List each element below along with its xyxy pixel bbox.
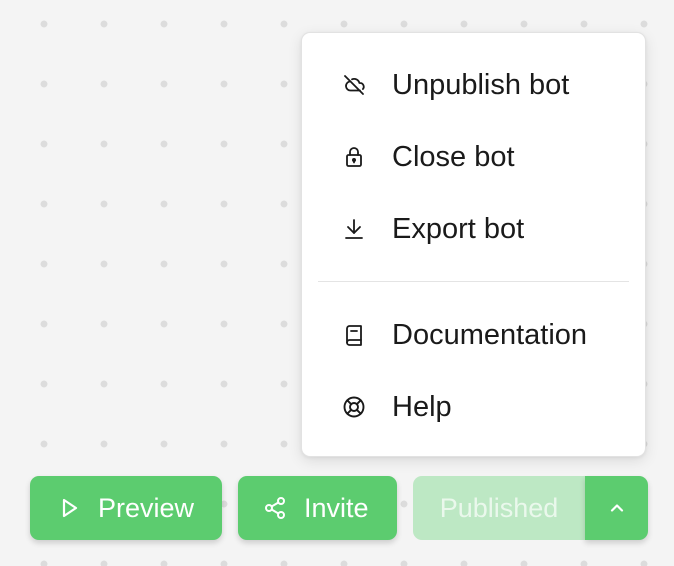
invite-button-label: Invite xyxy=(304,492,369,523)
menu-item-label: Export bot xyxy=(392,212,525,245)
book-icon xyxy=(341,322,367,348)
menu-item-help[interactable]: Help xyxy=(302,377,645,437)
play-icon xyxy=(56,495,82,521)
publish-options-menu: Unpublish bot Close bot Export bot Docum… xyxy=(301,32,646,457)
cloud-off-icon xyxy=(341,72,367,98)
menu-divider xyxy=(318,281,629,282)
menu-item-label: Close bot xyxy=(392,140,515,173)
menu-item-label: Help xyxy=(392,390,452,423)
menu-item-label: Unpublish bot xyxy=(392,68,570,101)
life-buoy-icon xyxy=(341,394,367,420)
preview-button-label: Preview xyxy=(98,492,195,523)
menu-item-unpublish-bot[interactable]: Unpublish bot xyxy=(302,55,645,115)
preview-button[interactable]: Preview xyxy=(30,476,222,540)
invite-button[interactable]: Invite xyxy=(238,476,397,540)
published-button-label: Published xyxy=(439,492,559,523)
download-icon xyxy=(341,216,367,242)
publish-menu-toggle-button[interactable] xyxy=(585,476,648,540)
lock-icon xyxy=(341,144,367,170)
menu-item-label: Documentation xyxy=(392,318,588,351)
menu-item-documentation[interactable]: Documentation xyxy=(302,305,645,365)
chevron-up-icon xyxy=(607,498,627,518)
published-button[interactable]: Published xyxy=(413,476,585,540)
share-icon xyxy=(262,495,288,521)
menu-item-close-bot[interactable]: Close bot xyxy=(302,127,645,187)
menu-item-export-bot[interactable]: Export bot xyxy=(302,199,645,259)
